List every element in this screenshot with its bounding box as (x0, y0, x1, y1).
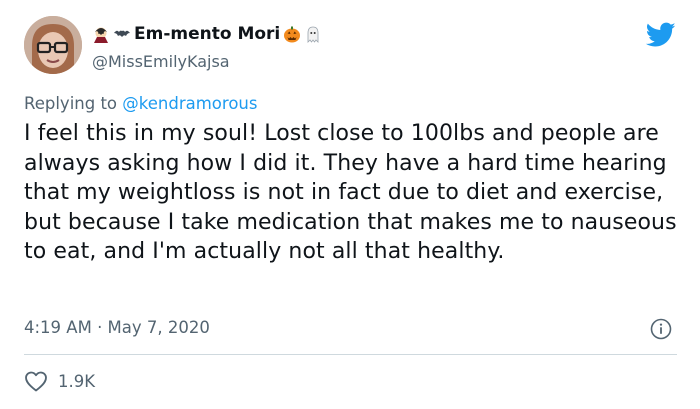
like-count: 1.9K (58, 371, 96, 391)
ghost-emoji-icon (307, 26, 319, 43)
avatar-image (24, 16, 82, 74)
like-button[interactable]: 1.9K (24, 370, 95, 392)
vampire-emoji-icon (94, 27, 108, 43)
heart-icon (25, 371, 47, 392)
divider (24, 354, 677, 355)
twitter-bird-icon[interactable] (646, 22, 676, 48)
replying-to: Replying to @kendramorous (24, 94, 257, 113)
reply-mention-link[interactable]: @kendramorous (122, 94, 257, 113)
display-name[interactable]: Em-mento Mori (92, 24, 322, 44)
user-handle[interactable]: @MissEmilyKajsa (92, 52, 230, 71)
replying-to-label: Replying to (24, 94, 118, 113)
jack-o-lantern-emoji-icon (284, 26, 301, 43)
avatar[interactable] (24, 16, 82, 74)
info-icon[interactable] (650, 318, 672, 340)
bat-emoji-icon (114, 30, 130, 37)
tweet-card: Em-mento Mori @MissEmilyKajsa Replying t… (0, 0, 700, 409)
tweet-timestamp[interactable]: 4:19 AM · May 7, 2020 (24, 318, 210, 337)
tweet-text: I feel this in my soul! Lost close to 10… (24, 121, 677, 265)
display-name-text: Em-mento Mori (134, 24, 281, 44)
